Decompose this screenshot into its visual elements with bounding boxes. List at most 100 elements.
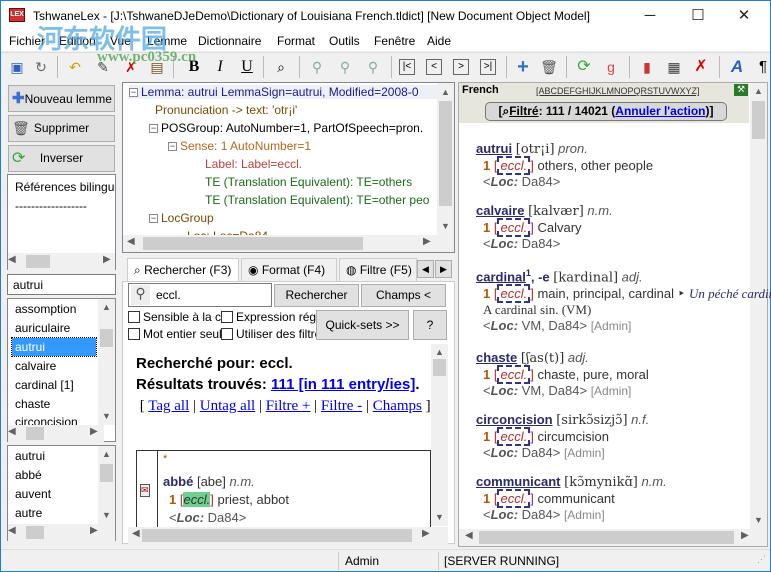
delete-button[interactable]: 🗑 Supprimer <box>8 115 115 142</box>
preview-entry[interactable]: circoncision [sirkɔ̃sizjɔ̃] n.f. 1 [eccl.… <box>476 412 748 461</box>
quicksets-button[interactable]: Quick-sets >> <box>316 310 409 340</box>
binoculars-icon[interactable]: ⌕ <box>271 57 291 77</box>
search-result-entry[interactable]: ✉ * abbé [abe] n.m. 1 [eccl.] priest, ab… <box>136 450 431 528</box>
tag-all-link[interactable]: Tag all <box>148 398 189 414</box>
maximize-button[interactable]: ☐ <box>683 5 713 27</box>
vertical-scrollbar[interactable]: ▲ ▼ <box>431 344 448 526</box>
entry-tree[interactable]: − Lemma: autrui LemmaSign=autrui, Modifie… <box>122 82 455 253</box>
horizontal-scrollbar[interactable]: ◀ ▶ <box>123 235 454 252</box>
trash-icon[interactable]: 🗑 <box>539 57 559 77</box>
list-item[interactable]: auvent <box>12 485 51 503</box>
menu-fenetre[interactable]: Fenêtre <box>374 34 415 48</box>
horizontal-scrollbar[interactable]: ◀ ▶ <box>128 527 448 544</box>
tree-node-lemma[interactable]: − Lemma: autrui LemmaSign=autrui, Modifie… <box>129 85 437 99</box>
horizontal-scrollbar[interactable]: ◀ ▶ <box>8 253 115 270</box>
sync-icon[interactable]: ⟳ <box>574 57 594 77</box>
stats-icon[interactable]: ▮ <box>637 57 657 77</box>
zoom-icon[interactable]: ⚲ <box>307 57 327 77</box>
tree-node-sense[interactable]: − Sense: 1 AutoNumber=1 <box>168 139 311 153</box>
resize-grip[interactable]: ⋰ <box>757 554 766 565</box>
horizontal-scrollbar[interactable]: ◀ ▶ <box>459 529 767 546</box>
lemma-list[interactable]: assomption auriculaire autrui calvaire c… <box>7 298 116 442</box>
fields-link[interactable]: Champs <box>373 398 422 414</box>
underline-button[interactable]: U <box>237 57 257 77</box>
preview-entry[interactable]: chaste [ʃas(t)] adj. 1 [eccl.] chaste, pu… <box>476 350 748 399</box>
vertical-scrollbar[interactable]: ▲ ▼ <box>437 83 454 235</box>
fields-button[interactable]: Champs < <box>361 284 446 307</box>
calendar-icon[interactable]: ▦ <box>664 57 684 77</box>
list-item[interactable]: auriculaire <box>12 319 70 337</box>
minimize-button[interactable]: ─ <box>635 5 665 27</box>
new-lemma-button[interactable]: ✚Nouveau lemme <box>8 85 115 112</box>
list-item[interactable]: calvaire <box>12 357 56 375</box>
list-item[interactable]: cardinal [1] <box>12 376 74 394</box>
list-item-selected[interactable]: autrui <box>11 337 97 357</box>
undo-filter-link[interactable]: Annuler l'action <box>615 104 705 118</box>
search-input[interactable]: eccl. <box>156 288 181 302</box>
list-item[interactable]: chaste <box>12 395 50 413</box>
tab-filter[interactable]: ◍ Filtre (F5) <box>339 258 417 281</box>
add-icon[interactable]: + <box>513 57 533 77</box>
invert-button[interactable]: ⟳ Inverser <box>8 145 115 172</box>
tools-icon[interactable]: ⚒ <box>734 84 748 96</box>
regex-checkbox[interactable]: Expression régulière <box>221 310 316 324</box>
preview-entry[interactable]: autrui [otr¡i] pron. 1 [eccl.] others, ot… <box>476 141 748 190</box>
horizontal-scrollbar[interactable]: ◀ ▶ <box>8 425 104 442</box>
prev-button[interactable]: < <box>426 59 442 75</box>
refresh-icon[interactable]: ↻ <box>31 57 51 77</box>
tree-node-te[interactable]: TE (Translation Equivalent): TE=others <box>205 175 412 189</box>
results-link[interactable]: 111 [in 111 entry/ies] <box>271 376 415 393</box>
preview-entry[interactable]: communicant [kɔ̃mynikɑ̃] n.m. 1 [eccl.] c… <box>476 474 748 523</box>
tab-format[interactable]: ◉ Format (F4) <box>241 258 337 281</box>
search-button[interactable]: Rechercher <box>274 284 359 307</box>
last-button[interactable]: >| <box>480 59 496 75</box>
save-icon[interactable]: ▣ <box>7 57 27 77</box>
vertical-scrollbar[interactable]: ▲ ▼ <box>98 299 115 425</box>
menu-aide[interactable]: Aide <box>427 34 451 48</box>
case-sensitive-checkbox[interactable]: Sensible à la casse <box>128 310 221 324</box>
secondary-list[interactable]: autrui abbé auvent autre ▲ ▼ ◀ ▶ <box>7 445 116 541</box>
horizontal-scrollbar[interactable]: ◀ ▶ <box>8 524 115 541</box>
tree-node-pronunciation[interactable]: Pronunciation -> text: 'otr¡i' <box>155 103 297 117</box>
font-button[interactable]: A <box>727 57 747 77</box>
preview-entry[interactable]: cardinal1, -e [kardinal] adj. 1 [eccl.] m… <box>476 265 771 334</box>
tab-scroll-left[interactable]: ◀ <box>417 260 434 278</box>
vertical-scrollbar[interactable]: ▲ ▼ <box>750 83 767 529</box>
remove-icon[interactable]: ✗ <box>691 57 711 77</box>
filter-minus-link[interactable]: Filtre - <box>321 398 362 414</box>
zoom-in-icon[interactable]: ⚲ <box>335 57 355 77</box>
untag-all-link[interactable]: Untag all <box>200 398 255 414</box>
tree-node-label[interactable]: Label: Label=eccl. <box>205 157 302 171</box>
zoom-out-icon[interactable]: ⚲ <box>363 57 383 77</box>
preview-entry[interactable]: calvaire [kalvær] n.m. 1 [eccl.] Calvary <… <box>476 203 748 252</box>
filter-plus-link[interactable]: Filtre + <box>266 398 311 414</box>
tree-node-posgroup[interactable]: − POSGroup: AutoNumber=1, PartOfSpeech=pr… <box>149 121 423 135</box>
menu-outils[interactable]: Outils <box>329 34 360 48</box>
headword[interactable]: circoncision <box>476 412 553 427</box>
undo-icon[interactable]: ↶ <box>65 57 85 77</box>
use-filters-checkbox[interactable]: Utiliser des filtres <box>221 327 316 341</box>
help-button[interactable]: ? <box>413 310 447 340</box>
tree-node-locgroup[interactable]: − LocGroup <box>149 211 214 225</box>
pilcrow-button[interactable]: ¶ <box>753 57 771 77</box>
list-item[interactable]: circoncision <box>12 413 78 425</box>
menu-dictionnaire[interactable]: Dictionnaire <box>198 34 261 48</box>
list-item[interactable]: assomption <box>12 300 76 318</box>
tab-search[interactable]: ⌕ Rechercher (F3) <box>127 258 239 282</box>
tab-scroll-right[interactable]: ▶ <box>435 260 452 278</box>
list-item[interactable]: autre <box>12 504 42 522</box>
google-icon[interactable]: g <box>601 57 621 77</box>
headword[interactable]: calvaire <box>476 203 524 218</box>
close-button[interactable]: ✕ <box>729 5 759 27</box>
italic-button[interactable]: I <box>210 57 230 77</box>
tree-node-te[interactable]: TE (Translation Equivalent): TE=other pe… <box>205 193 429 207</box>
list-item[interactable]: abbé <box>12 466 42 484</box>
headword[interactable]: cardinal <box>476 269 526 284</box>
lemma-search-input[interactable] <box>7 274 116 295</box>
whole-word-checkbox[interactable]: Mot entier seulement <box>128 327 221 341</box>
search-field[interactable]: ⚲ eccl. <box>128 283 272 307</box>
headword[interactable]: communicant <box>476 474 561 489</box>
vertical-scrollbar[interactable]: ▲ ▼ <box>98 446 115 524</box>
next-button[interactable]: > <box>453 59 469 75</box>
menu-format[interactable]: Format <box>277 34 315 48</box>
